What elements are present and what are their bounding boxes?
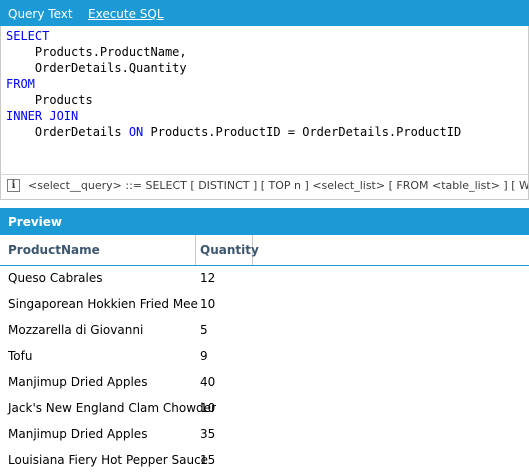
sql-text: OrderDetails [6,125,129,139]
sql-text: Products.ProductID = OrderDetails.Produc… [143,125,462,139]
cell-quantity: 12 [200,271,216,285]
preview-header: Preview [0,208,529,235]
cell-quantity: 5 [200,323,208,337]
sql-keyword: INNER JOIN [6,109,79,123]
cell-productname: Queso Cabrales [8,271,103,285]
sql-keyword: ON [128,125,144,139]
grid-header: ProductName Quantity [0,235,529,266]
sql-editor[interactable]: SELECT Products.ProductName, OrderDetail… [0,26,529,174]
column-header-quantity[interactable]: Quantity [196,235,259,265]
cell-productname: Jack's New England Clam Chowder [8,401,216,415]
tab-execute-sql[interactable]: Execute SQL [88,6,164,22]
table-row[interactable]: Queso Cabrales 12 [0,266,529,292]
table-row[interactable]: Mozzarella di Giovanni 5 [0,318,529,344]
cell-quantity: 15 [200,453,216,467]
syntax-hint-text: <select__query> ::= SELECT [ DISTINCT ] … [28,179,529,192]
sql-text: Products.ProductName, [6,45,187,59]
table-row[interactable]: Manjimup Dried Apples 40 [0,370,529,396]
syntax-hint-bar: i <select__query> ::= SELECT [ DISTINCT … [0,174,529,200]
grid-rows: Queso Cabrales 12 Singaporean Hokkien Frie… [0,266,529,474]
table-row[interactable]: Manjimup Dried Apples 35 [0,422,529,448]
query-tab-bar: Query Text Execute SQL [0,0,529,26]
cell-quantity: 10 [200,401,216,415]
preview-grid[interactable]: ProductName Quantity Queso Cabrales 12 Sin… [0,235,529,476]
sql-code[interactable]: SELECT Products.ProductName, OrderDetail… [6,28,461,140]
table-row[interactable]: Singaporean Hokkien Fried Mee 10 [0,292,529,318]
sql-text: Products [6,93,93,107]
cell-productname: Manjimup Dried Apples [8,427,148,441]
sql-text: OrderDetails.Quantity [6,61,187,75]
tab-query-text[interactable]: Query Text [8,6,73,22]
info-icon: i [7,179,20,192]
sql-keyword: FROM [6,77,35,91]
cell-productname: Tofu [8,349,33,363]
cell-quantity: 35 [200,427,216,441]
cell-quantity: 40 [200,375,216,389]
column-header-productname[interactable]: ProductName [0,235,196,265]
cell-productname: Mozzarella di Giovanni [8,323,144,337]
table-row[interactable]: Tofu 9 [0,344,529,370]
sql-keyword: SELECT [6,29,50,43]
cell-quantity: 10 [200,297,216,311]
cell-productname: Singaporean Hokkien Fried Mee [8,297,198,311]
cell-productname: Louisiana Fiery Hot Pepper Sauce [8,453,209,467]
cell-productname: Manjimup Dried Apples [8,375,148,389]
panel-separator [0,200,529,208]
preview-title: Preview [8,215,63,229]
table-row[interactable]: Louisiana Fiery Hot Pepper Sauce 15 [0,448,529,474]
cell-quantity: 9 [200,349,208,363]
table-row[interactable]: Jack's New England Clam Chowder 10 [0,396,529,422]
